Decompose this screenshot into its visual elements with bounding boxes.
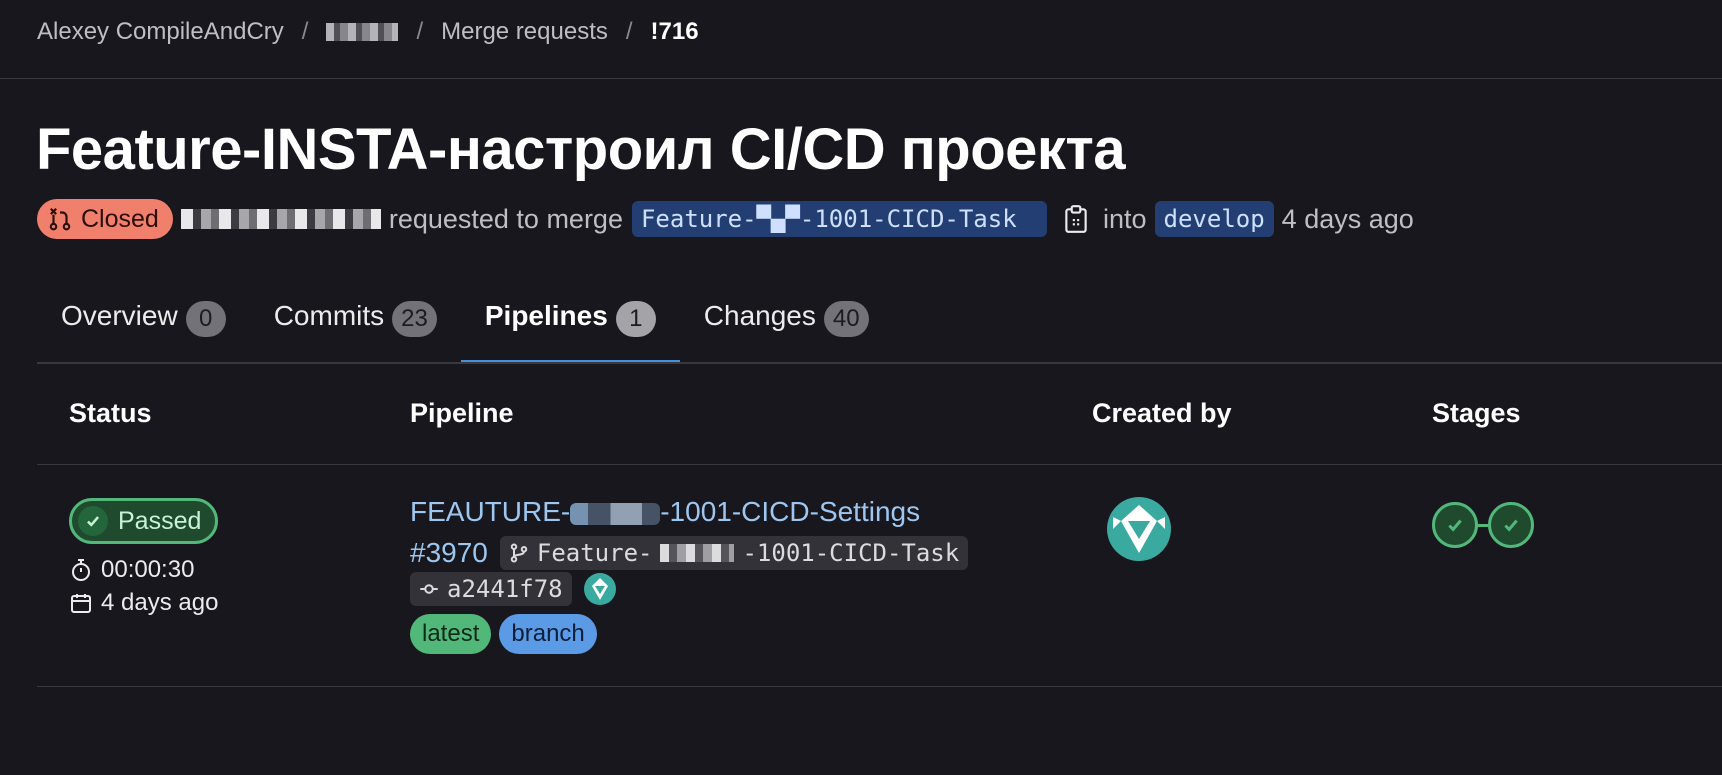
breadcrumb-separator: /	[625, 18, 633, 45]
table-row-divider	[37, 686, 1722, 687]
commit-author-avatar[interactable]	[583, 573, 616, 605]
ref-prefix: Feature-	[536, 539, 653, 567]
pipeline-status-badge[interactable]: Passed	[69, 498, 219, 544]
tab-count: 1	[615, 301, 656, 337]
pipeline-id-link[interactable]: #3970	[410, 537, 488, 569]
calendar-icon	[71, 594, 91, 613]
stage-passed-icon[interactable]	[1488, 502, 1534, 548]
breadcrumb-project-redacted[interactable]	[326, 23, 399, 41]
column-header-status: Status	[69, 398, 152, 428]
ref-redacted	[660, 544, 735, 562]
breadcrumb-separator: /	[416, 18, 424, 45]
pipeline-duration: 00:00:30	[69, 556, 194, 584]
breadcrumb-merge-requests[interactable]: Merge requests	[441, 18, 608, 46]
pipeline-name-suffix: -1001-CICD-Settings	[660, 496, 921, 527]
tab-changes[interactable]: Changes 40	[680, 290, 893, 364]
breadcrumb-separator: /	[301, 18, 309, 45]
commit-icon	[420, 584, 438, 594]
branch-icon	[510, 543, 528, 563]
into-text: into	[1102, 203, 1147, 234]
commit-chip[interactable]: a2441f78	[410, 572, 572, 606]
pipeline-name-prefix: FEAUTURE-	[410, 496, 571, 527]
copy-icon[interactable]	[1063, 204, 1089, 234]
tab-label: Commits	[273, 300, 385, 331]
pipeline-creator-avatar[interactable]	[1107, 497, 1171, 561]
pipeline-ref-row: #3970 Feature- -1001-CICD-Task	[410, 536, 969, 570]
table-header-divider	[37, 464, 1722, 465]
tabs-divider	[37, 362, 1722, 364]
tab-label: Changes	[703, 300, 816, 331]
pipeline-stages	[1432, 502, 1534, 548]
time-ago: 4 days ago	[1281, 203, 1414, 234]
tab-label: Overview	[61, 300, 178, 331]
source-branch[interactable]: Feature-▀▄▀-1001-CICD-Task	[631, 201, 1047, 237]
pipeline-status-label: Passed	[118, 506, 202, 535]
stage-connector	[1478, 523, 1488, 527]
pipeline-tags: latest branch	[410, 614, 597, 654]
action-text: requested to merge	[388, 203, 623, 234]
tab-count: 23	[392, 301, 437, 337]
tab-count: 40	[823, 301, 869, 337]
branch-badge: branch	[499, 614, 597, 654]
breadcrumb: Alexey CompileAndCry / / Merge requests …	[37, 14, 699, 50]
duration-value: 00:00:30	[101, 556, 195, 583]
tab-label: Pipelines	[484, 300, 608, 331]
check-circle-icon	[78, 506, 108, 536]
header-divider	[0, 78, 1722, 79]
pipeline-name-redacted	[570, 502, 661, 525]
status-badge-label: Closed	[81, 204, 159, 233]
tab-pipelines[interactable]: Pipelines 1	[460, 290, 680, 364]
tab-commits[interactable]: Commits 23	[250, 290, 461, 364]
column-header-pipeline: Pipeline	[410, 398, 514, 428]
author-redacted[interactable]	[180, 209, 381, 229]
finished-value: 4 days ago	[101, 589, 219, 616]
latest-badge: latest	[410, 614, 492, 654]
tab-count: 0	[185, 301, 226, 337]
column-header-created-by: Created by	[1092, 398, 1232, 428]
pipeline-ref-chip[interactable]: Feature- -1001-CICD-Task	[499, 536, 969, 570]
identicon-icon	[591, 578, 608, 600]
mr-meta: Closed requested to merge Feature-▀▄▀-10…	[37, 199, 1422, 239]
tab-overview[interactable]: Overview 0	[37, 290, 250, 364]
page-title: Feature-INSTA-настроил CI/CD проекта	[36, 117, 1126, 182]
pipeline-commit-row: a2441f78	[410, 572, 616, 606]
status-badge: Closed	[37, 199, 173, 239]
pipeline-finished: 4 days ago	[69, 589, 218, 617]
commit-sha: a2441f78	[447, 575, 563, 603]
mr-tabs: Overview 0 Commits 23 Pipelines 1 Change…	[37, 290, 893, 364]
column-header-stages: Stages	[1432, 398, 1521, 428]
identicon-icon	[1113, 505, 1165, 553]
pipeline-name-link[interactable]: FEAUTURE- -1001-CICD-Settings	[410, 496, 920, 528]
stage-passed-icon[interactable]	[1432, 502, 1478, 548]
breadcrumb-current[interactable]: !716	[651, 18, 699, 46]
merge-request-closed-icon	[49, 207, 71, 231]
breadcrumb-owner[interactable]: Alexey CompileAndCry	[37, 18, 284, 46]
target-branch[interactable]: develop	[1154, 201, 1274, 237]
timer-icon	[72, 559, 90, 581]
ref-suffix: -1001-CICD-Task	[742, 539, 960, 567]
